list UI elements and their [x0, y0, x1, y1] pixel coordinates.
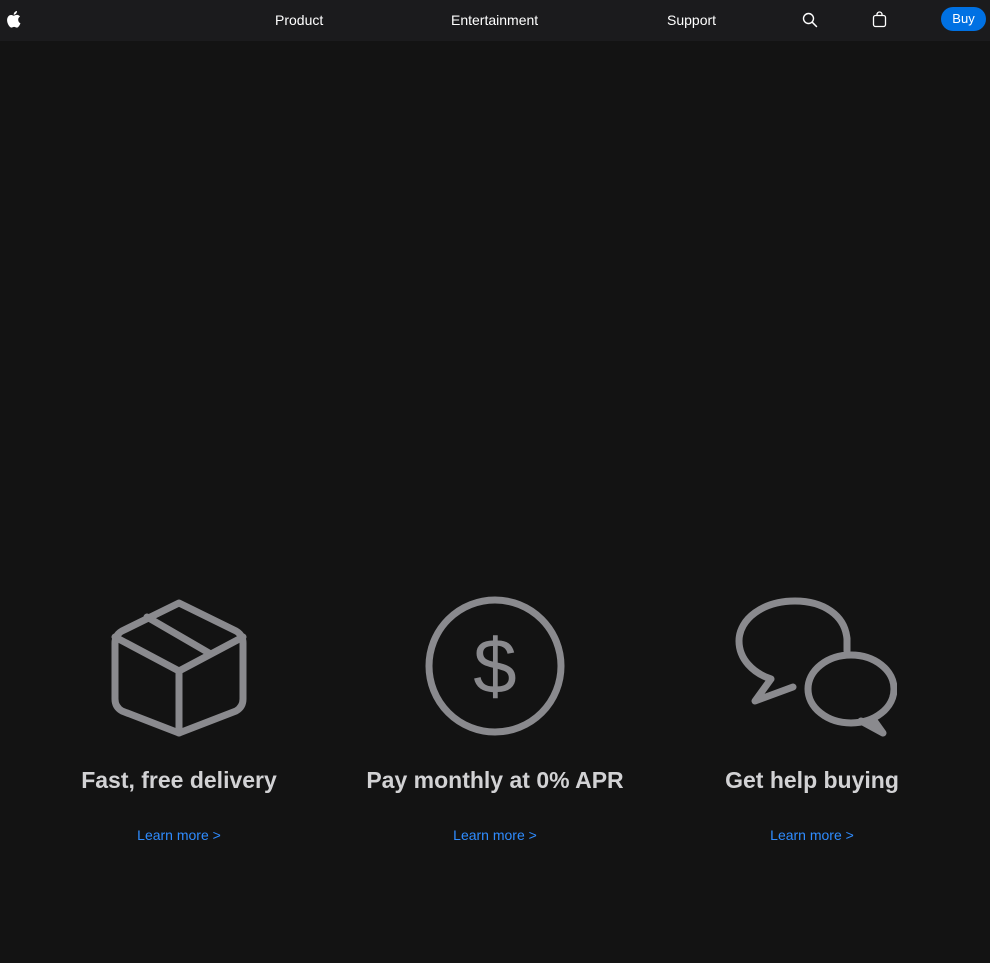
search-icon[interactable]: [802, 11, 818, 29]
feature-title: Get help buying: [725, 767, 899, 793]
learn-more-link[interactable]: Learn more >: [652, 827, 972, 843]
feature-delivery: Fast, free delivery Learn more >: [19, 595, 339, 843]
nav-item-entertainment[interactable]: Entertainment: [451, 0, 538, 41]
chat-bubbles-icon: [735, 597, 897, 737]
nav-item-product[interactable]: Product: [275, 0, 323, 41]
bag-icon[interactable]: [872, 11, 888, 29]
box-icon: [111, 599, 247, 737]
apple-logo-icon[interactable]: [5, 10, 21, 28]
feature-title: Fast, free delivery: [81, 767, 277, 793]
feature-financing: $ Pay monthly at 0% APR Learn more >: [335, 595, 655, 843]
dollar-circle-icon: $: [425, 596, 565, 736]
feature-help: Get help buying Learn more >: [652, 595, 972, 843]
buy-button[interactable]: Buy: [941, 7, 986, 31]
top-navigation: Product Entertainment Support Buy: [0, 0, 990, 41]
learn-more-link[interactable]: Learn more >: [335, 827, 655, 843]
nav-item-support[interactable]: Support: [667, 0, 716, 41]
feature-title: Pay monthly at 0% APR: [366, 767, 624, 793]
svg-text:$: $: [473, 622, 516, 710]
learn-more-link[interactable]: Learn more >: [19, 827, 339, 843]
